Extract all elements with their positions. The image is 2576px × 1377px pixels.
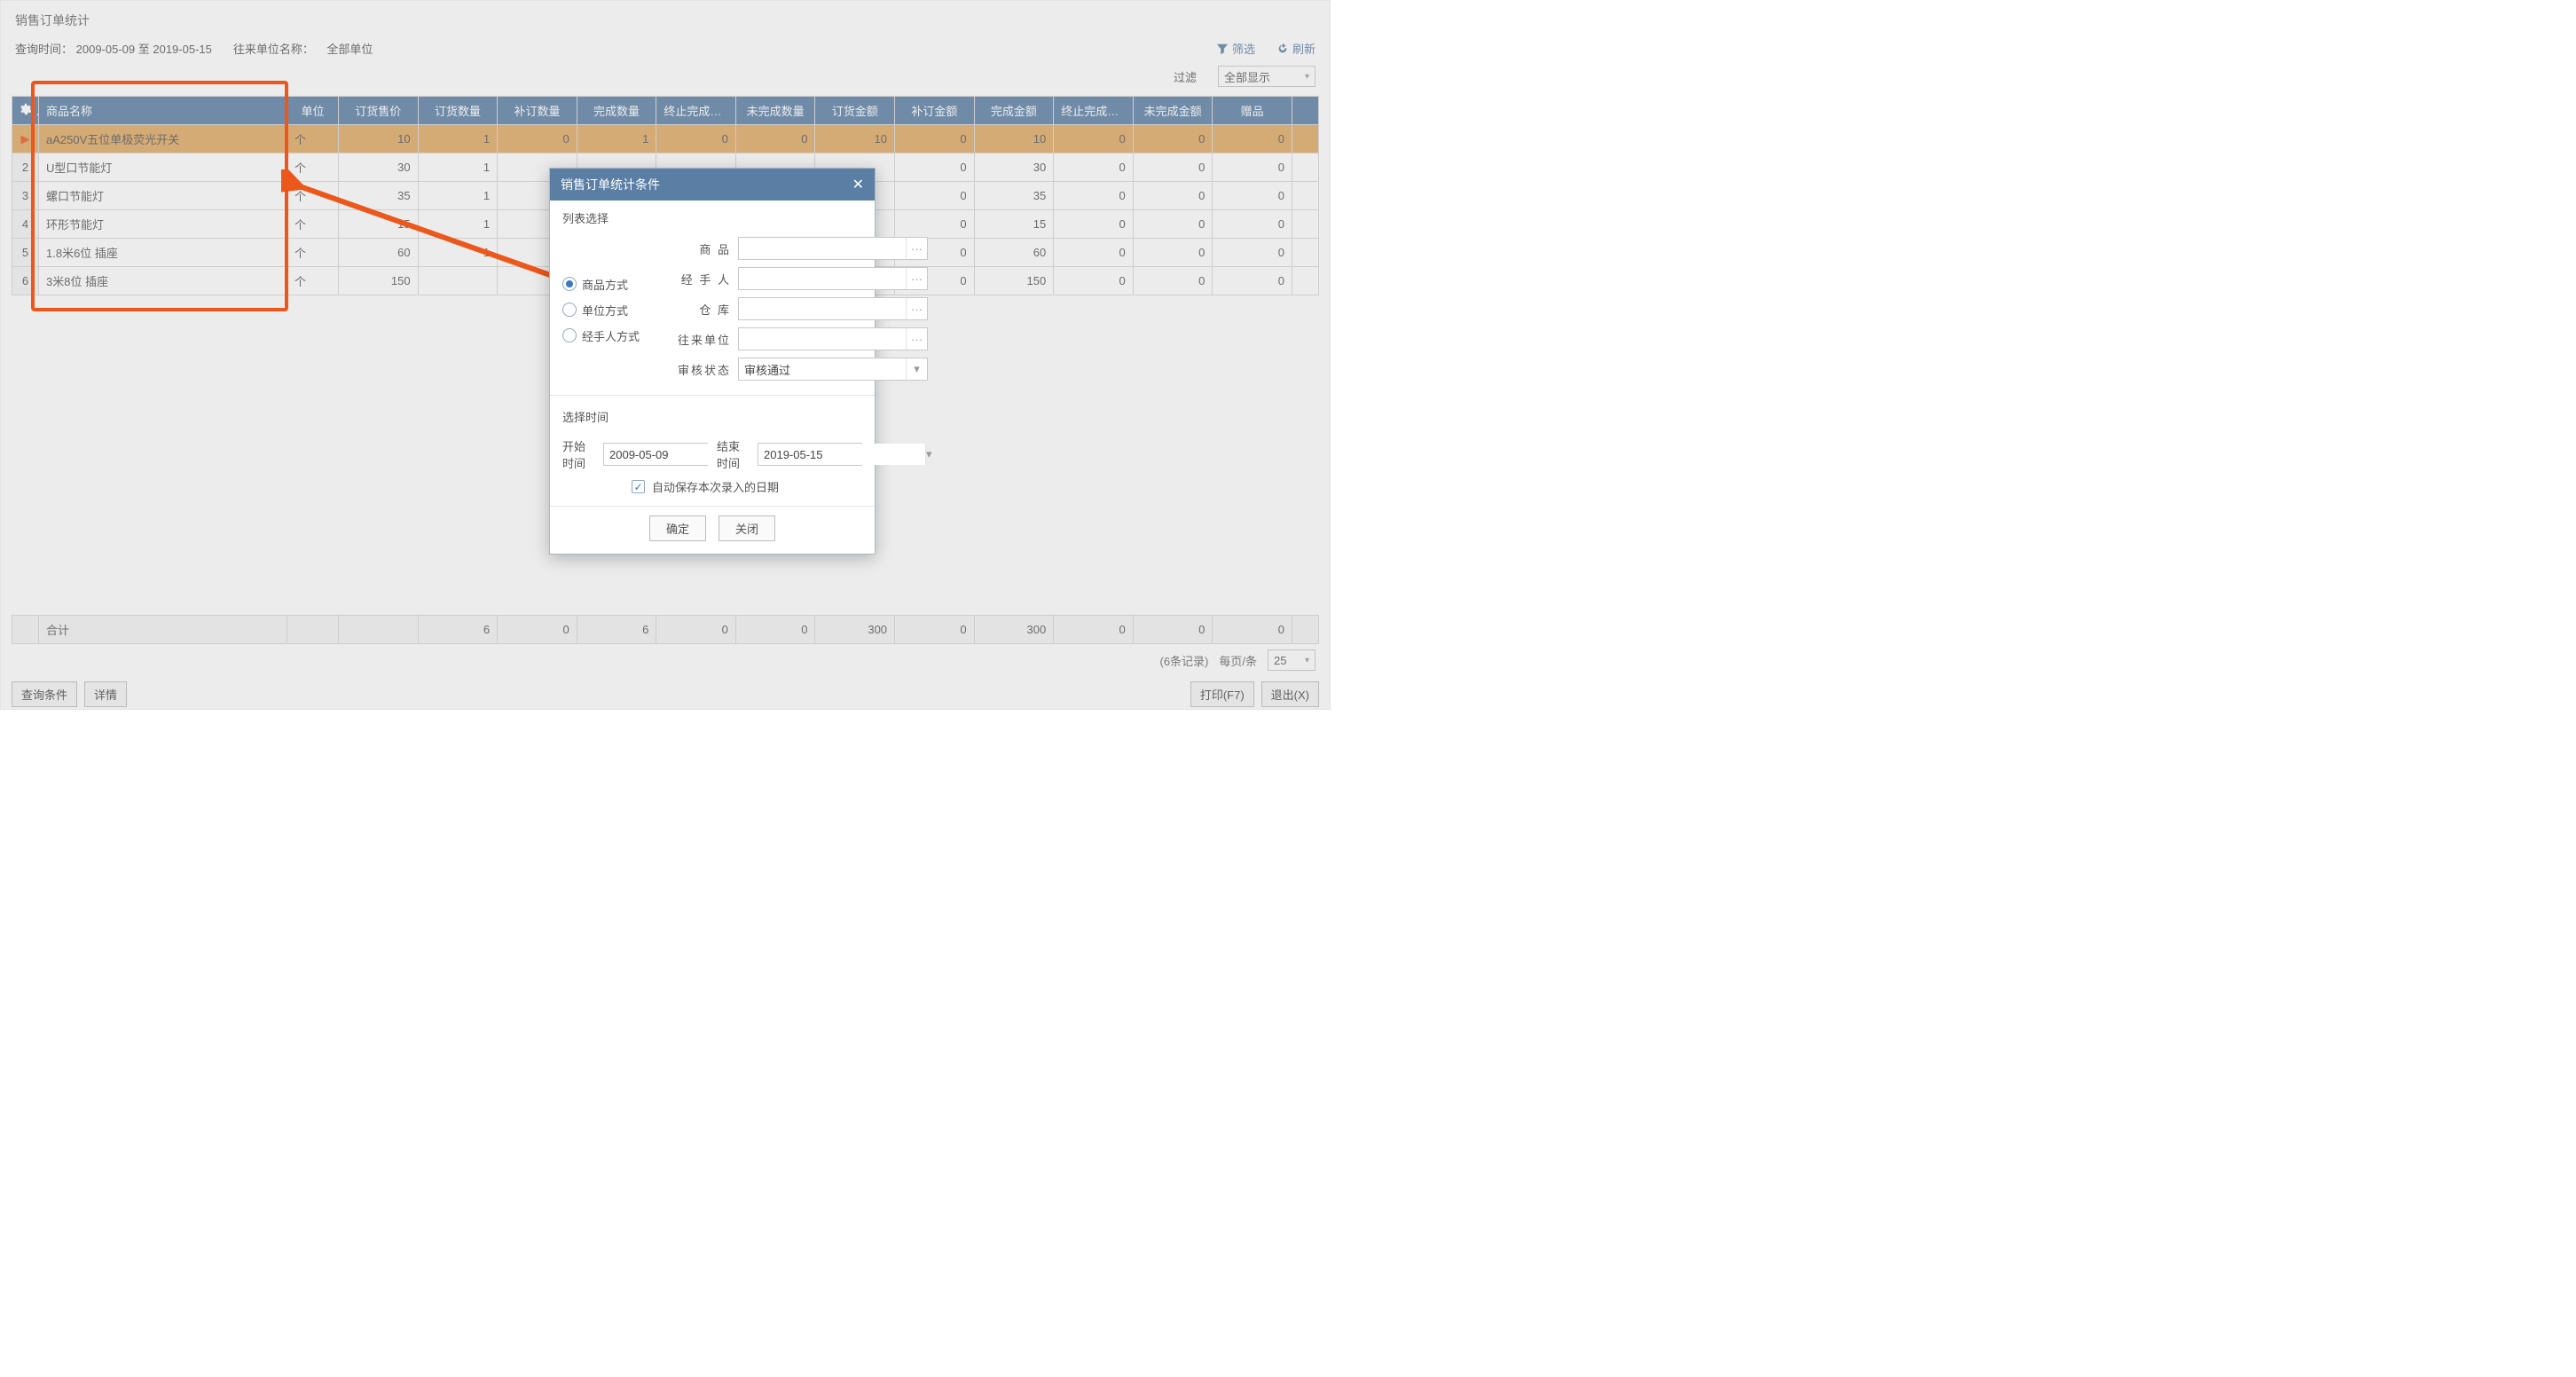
refresh-icon xyxy=(1276,43,1289,55)
col-spacer xyxy=(1292,97,1319,125)
col-price[interactable]: 订货售价 xyxy=(339,97,419,125)
refresh-link[interactable]: 刷新 xyxy=(1276,40,1315,57)
exit-button[interactable]: 退出(X) xyxy=(1261,681,1319,707)
radio-goods[interactable]: 商品方式 xyxy=(562,276,660,293)
radio-icon xyxy=(562,277,577,291)
company-name-label: 往来单位名称： xyxy=(233,43,314,56)
col-term-done[interactable]: 终止完成数量 xyxy=(656,97,736,125)
start-date-field[interactable]: ▾ xyxy=(603,443,708,466)
handler-input[interactable] xyxy=(739,268,906,289)
radio-icon xyxy=(562,303,577,317)
audit-input[interactable] xyxy=(739,358,906,380)
end-label: 结束时间 xyxy=(717,437,749,471)
col-unit[interactable]: 单位 xyxy=(287,97,339,125)
print-button[interactable]: 打印(F7) xyxy=(1190,681,1254,707)
warehouse-field[interactable]: ··· xyxy=(738,297,928,320)
ok-button[interactable]: 确定 xyxy=(649,515,706,541)
chevron-down-icon[interactable]: ▾ xyxy=(906,358,927,380)
totals-wrap: 合计 6 0 6 0 0 300 0 300 0 0 0 xyxy=(1,615,1330,644)
company-name-value: 全部单位 xyxy=(326,43,373,56)
app-frame: 销售订单统计 查询时间： 2009-05-09 至 2019-05-15 往来单… xyxy=(0,0,1331,710)
start-label: 开始时间 xyxy=(562,437,594,471)
page-title: 销售订单统计 xyxy=(1,1,1330,35)
goods-field[interactable]: ··· xyxy=(738,237,928,260)
modal-title: 销售订单统计条件 xyxy=(561,176,660,193)
ellipsis-icon[interactable]: ··· xyxy=(906,238,927,259)
col-reorder[interactable]: 补订数量 xyxy=(498,97,577,125)
per-page-label: 每页/条 xyxy=(1219,652,1257,669)
warehouse-label: 仓 库 xyxy=(667,301,731,318)
modal-header: 销售订单统计条件 ✕ xyxy=(550,169,875,201)
col-undone-amt[interactable]: 未完成金额 xyxy=(1133,97,1213,125)
warehouse-input[interactable] xyxy=(739,298,906,319)
totals-label: 合计 xyxy=(39,616,287,644)
pager-bar: (6条记录) 每页/条 25 ▾ xyxy=(1,644,1330,676)
query-time-value: 2009-05-09 至 2019-05-15 xyxy=(76,43,212,56)
query-conditions-button[interactable]: 查询条件 xyxy=(12,681,77,707)
ellipsis-icon[interactable]: ··· xyxy=(906,268,927,289)
handler-field[interactable]: ··· xyxy=(738,267,928,290)
ellipsis-icon[interactable]: ··· xyxy=(906,328,927,350)
totals-row: 合计 6 0 6 0 0 300 0 300 0 0 0 xyxy=(12,616,1319,644)
secondary-filter: 过滤 全部显示 ▾ xyxy=(1,66,1330,96)
company-input[interactable] xyxy=(739,328,906,350)
audit-select[interactable]: ▾ xyxy=(738,358,928,381)
filter2-label: 过滤 xyxy=(1174,68,1197,85)
footer-bar: 查询条件 详情 打印(F7) 退出(X) xyxy=(1,676,1330,716)
close-button[interactable]: 关闭 xyxy=(719,515,775,541)
company-label: 往来单位 xyxy=(667,331,731,348)
time-section-title: 选择时间 xyxy=(550,399,875,430)
autosave-checkbox[interactable] xyxy=(632,480,645,493)
goods-input[interactable] xyxy=(739,238,906,259)
audit-label: 审核状态 xyxy=(667,361,731,378)
close-icon[interactable]: ✕ xyxy=(852,176,864,193)
col-reorder-amt[interactable]: 补订金额 xyxy=(895,97,975,125)
filter-bar: 查询时间： 2009-05-09 至 2019-05-15 往来单位名称： 全部… xyxy=(1,35,1330,66)
radio-unit[interactable]: 单位方式 xyxy=(562,302,660,319)
filter-link[interactable]: 筛选 xyxy=(1216,40,1255,57)
handler-label: 经 手 人 xyxy=(667,271,731,287)
autosave-label: 自动保存本次录入的日期 xyxy=(652,478,779,495)
funnel-icon xyxy=(1216,43,1229,55)
conditions-modal: 销售订单统计条件 ✕ 列表选择 商品方式 单位方式 xyxy=(549,168,876,555)
per-page-select[interactable]: 25 ▾ xyxy=(1268,649,1315,671)
list-section-title: 列表选择 xyxy=(550,201,875,232)
col-done-amt[interactable]: 完成金额 xyxy=(974,97,1054,125)
col-done[interactable]: 完成数量 xyxy=(577,97,656,125)
ellipsis-icon[interactable]: ··· xyxy=(906,298,927,319)
table-row[interactable]: ▶aA250V五位单极荧光开关个101010010010000 xyxy=(12,125,1319,153)
col-term-amt[interactable]: 终止完成金额 xyxy=(1054,97,1134,125)
radio-handler[interactable]: 经手人方式 xyxy=(562,327,660,344)
col-name[interactable]: 商品名称 xyxy=(39,97,287,125)
table-header-row: 商品名称 单位 订货售价 订货数量 补订数量 完成数量 终止完成数量 未完成数量… xyxy=(12,97,1319,125)
company-field[interactable]: ··· xyxy=(738,327,928,350)
query-time-label: 查询时间： xyxy=(15,43,73,56)
chevron-down-icon: ▾ xyxy=(1305,656,1309,665)
filter2-select[interactable]: 全部显示 ▾ xyxy=(1218,66,1315,87)
end-date-field[interactable]: ▾ xyxy=(758,443,862,466)
chevron-down-icon: ▾ xyxy=(1305,72,1309,82)
col-qty[interactable]: 订货数量 xyxy=(418,97,498,125)
gear-icon xyxy=(20,103,32,115)
detail-button[interactable]: 详情 xyxy=(84,681,127,707)
chevron-down-icon[interactable]: ▾ xyxy=(925,444,932,465)
col-gift[interactable]: 赠品 xyxy=(1213,97,1292,125)
goods-label: 商 品 xyxy=(667,240,731,257)
gear-header[interactable] xyxy=(12,97,39,125)
radio-icon xyxy=(562,328,577,342)
record-count: (6条记录) xyxy=(1159,652,1208,669)
col-undone[interactable]: 未完成数量 xyxy=(735,97,815,125)
col-amount[interactable]: 订货金额 xyxy=(815,97,895,125)
end-date-input[interactable] xyxy=(758,444,925,465)
